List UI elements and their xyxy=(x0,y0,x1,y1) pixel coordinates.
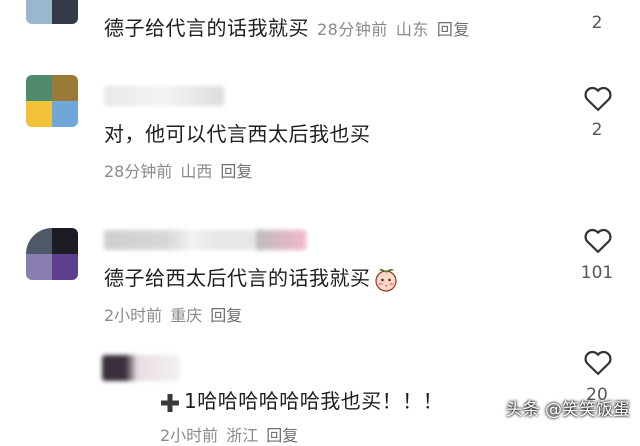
comment-text: 对，他可以代言西太后我也买 xyxy=(104,122,371,146)
comment-meta: 28分钟前 山东 回复 xyxy=(317,20,470,39)
comment-text-content: 德子给西太后代言的话我就买 xyxy=(104,266,371,290)
comment-time: 2小时前 xyxy=(104,306,163,325)
reply-button[interactable]: 回复 xyxy=(210,306,242,325)
comment-time: 28分钟前 xyxy=(317,20,388,39)
comment-time: 2小时前 xyxy=(160,426,219,445)
avatar-tile xyxy=(26,0,52,24)
avatar-tile xyxy=(52,75,78,101)
heart-icon[interactable] xyxy=(583,226,613,254)
avatar-tile xyxy=(52,0,78,24)
avatar-tile xyxy=(52,254,78,280)
comment-meta: 2小时前 浙江 回复 xyxy=(160,422,298,446)
comment-text-content: 德子给代言的话我就买 xyxy=(104,16,309,40)
heart-icon[interactable] xyxy=(583,84,613,112)
comment-location: 山东 xyxy=(395,20,429,39)
like-count: 2 xyxy=(591,120,603,140)
avatar-tile xyxy=(52,101,78,127)
avatar[interactable] xyxy=(26,75,78,127)
like-count: 2 xyxy=(591,13,603,33)
reply-button[interactable]: 回复 xyxy=(437,20,470,39)
comment-text: 德子给代言的话我就买 28分钟前 山东 回复 xyxy=(104,12,470,41)
comment-text: 1哈哈哈哈哈哈我也买！！！ xyxy=(160,385,443,414)
avatar[interactable] xyxy=(26,228,78,280)
avatar-tile xyxy=(52,228,78,254)
avatar-tile xyxy=(26,101,52,127)
avatar-tile xyxy=(26,75,52,101)
plus-icon xyxy=(161,393,179,412)
reply-button[interactable]: 回复 xyxy=(220,162,252,181)
reply-button[interactable]: 回复 xyxy=(266,426,298,445)
avatar-tile xyxy=(26,228,52,254)
avatar-tile xyxy=(26,254,52,280)
peach-face-emoji-icon xyxy=(374,268,397,292)
comment-location: 重庆 xyxy=(170,306,203,325)
comment-text: 德子给西太后代言的话我就买 xyxy=(104,262,399,293)
comment-location: 山西 xyxy=(180,162,213,181)
comment-time: 28分钟前 xyxy=(104,162,173,181)
comment-text-content: 1哈哈哈哈哈哈我也买！！！ xyxy=(184,389,444,413)
username-redacted[interactable] xyxy=(104,230,264,250)
comment-location: 浙江 xyxy=(226,426,259,445)
avatar[interactable] xyxy=(26,0,78,24)
watermark: 头条 @笑笑饭蛋 xyxy=(505,400,630,420)
like-count: 101 xyxy=(580,263,614,283)
comment-meta: 2小时前 重庆 回复 xyxy=(104,302,242,326)
username-redacted[interactable] xyxy=(104,86,224,106)
comment-meta: 28分钟前 山西 回复 xyxy=(104,158,252,182)
username-redacted xyxy=(256,230,306,250)
username-redacted[interactable] xyxy=(102,355,180,381)
heart-icon[interactable] xyxy=(583,348,613,376)
